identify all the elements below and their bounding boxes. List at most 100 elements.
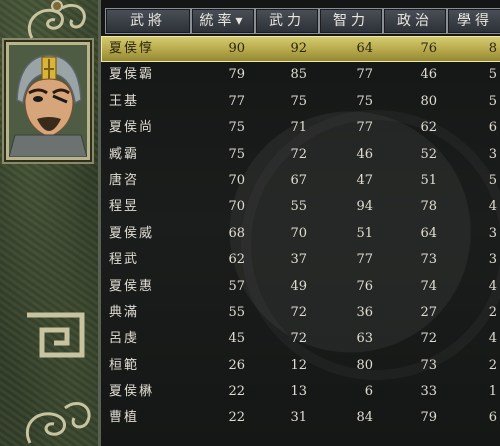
war-value: 70 [290,225,307,241]
table-row[interactable]: 桓範 26 12 80 73 2 [101,353,500,379]
politics-value: 33 [420,384,437,400]
war-value: 55 [290,199,307,215]
intelligence-value: 84 [356,410,373,426]
general-name: 桓範 [109,357,140,373]
table-row[interactable]: 呂虔 45 72 63 72 4 [101,326,500,352]
general-name: 呂虔 [109,331,140,347]
header-intelligence[interactable]: 智力 [319,8,383,34]
leadership-value: 55 [228,304,245,320]
general-table-body: 夏侯惇 90 92 64 76 8 夏侯霸 79 85 77 46 5 王基 7… [101,36,500,432]
war-value: 92 [290,41,307,56]
politics-value: 46 [420,67,437,83]
portrait-image-icon [9,45,87,157]
intelligence-value: 36 [356,304,373,320]
table-row[interactable]: 程武 62 37 77 73 3 [101,247,500,273]
leadership-value: 22 [228,384,245,400]
leadership-value: 77 [228,93,245,109]
general-name: 程武 [109,252,140,268]
leadership-value: 26 [228,357,245,373]
learned-value: 5 [488,172,497,188]
header-name[interactable]: 武將 [105,8,191,34]
war-value: 13 [290,384,307,400]
learned-value: 1 [488,384,497,400]
intelligence-value: 77 [356,120,373,136]
politics-value: 73 [420,252,437,268]
intelligence-value: 75 [356,93,373,109]
table-row[interactable]: 夏侯楙 22 13 6 33 1 [101,379,500,405]
general-portrait[interactable] [6,42,90,160]
leadership-value: 70 [228,172,245,188]
war-value: 72 [290,304,307,320]
war-value: 71 [290,120,307,136]
politics-value: 74 [420,278,437,294]
learned-value: 2 [488,357,497,373]
general-name: 唐咨 [109,172,140,188]
leadership-value: 45 [228,331,245,347]
learned-value: 4 [488,331,497,347]
general-name: 夏侯霸 [109,67,155,83]
leadership-value: 70 [228,199,245,215]
politics-value: 76 [420,41,437,56]
intelligence-value: 46 [356,146,373,162]
table-row[interactable]: 夏侯霸 79 85 77 46 5 [101,62,500,88]
learned-value: 6 [488,120,497,136]
table-row[interactable]: 典滿 55 72 36 27 2 [101,300,500,326]
general-name: 夏侯尚 [109,120,155,136]
war-value: 49 [290,278,307,294]
leadership-value: 22 [228,410,245,426]
learned-value: 6 [488,410,497,426]
politics-value: 79 [420,410,437,426]
left-fret-ornament-icon [27,312,85,358]
bottom-ornament-icon [25,401,91,444]
politics-value: 78 [420,199,437,215]
intelligence-value: 47 [356,172,373,188]
war-value: 31 [290,410,307,426]
table-row[interactable]: 臧霸 75 72 46 52 3 [101,142,500,168]
header-leadership[interactable]: 統率▾ [191,8,255,34]
intelligence-value: 80 [356,357,373,373]
table-row[interactable]: 夏侯威 68 70 51 64 3 [101,221,500,247]
table-row[interactable]: 夏侯惠 57 49 76 74 4 [101,274,500,300]
leadership-value: 57 [228,278,245,294]
table-row[interactable]: 程昱 70 55 94 78 4 [101,194,500,220]
learned-value: 4 [488,278,497,294]
learned-value: 5 [488,93,497,109]
header-learned[interactable]: 學得 [447,8,500,34]
politics-value: 51 [420,172,437,188]
general-name: 典滿 [109,304,140,320]
intelligence-value: 94 [356,199,373,215]
war-value: 75 [290,93,307,109]
politics-value: 62 [420,120,437,136]
table-row[interactable]: 曹植 22 31 84 79 6 [101,405,500,431]
leadership-value: 75 [228,146,245,162]
header-politics[interactable]: 政治 [383,8,447,34]
intelligence-value: 77 [356,67,373,83]
general-name: 臧霸 [109,146,140,162]
table-row[interactable]: 王基 77 75 75 80 5 [101,89,500,115]
intelligence-value: 6 [364,384,373,400]
learned-value: 3 [488,252,497,268]
general-name: 夏侯惇 [109,41,155,56]
table-row[interactable]: 夏侯尚 75 71 77 62 6 [101,115,500,141]
table-row[interactable]: 夏侯惇 90 92 64 76 8 [101,36,500,63]
general-name: 曹植 [109,410,140,426]
table-row[interactable]: 唐咨 70 67 47 51 5 [101,168,500,194]
learned-value: 3 [488,146,497,162]
politics-value: 72 [420,331,437,347]
war-value: 72 [290,331,307,347]
general-name: 夏侯威 [109,225,155,241]
learned-value: 4 [488,199,497,215]
politics-value: 80 [420,93,437,109]
header-war[interactable]: 武力 [255,8,319,34]
intelligence-value: 64 [356,41,373,56]
leadership-value: 62 [228,252,245,268]
general-name: 夏侯楙 [109,384,155,400]
intelligence-value: 77 [356,252,373,268]
war-value: 67 [290,172,307,188]
politics-value: 27 [420,304,437,320]
politics-value: 64 [420,225,437,241]
intelligence-value: 76 [356,278,373,294]
leadership-value: 79 [228,67,245,83]
learned-value: 3 [488,225,497,241]
general-name: 夏侯惠 [109,278,155,294]
